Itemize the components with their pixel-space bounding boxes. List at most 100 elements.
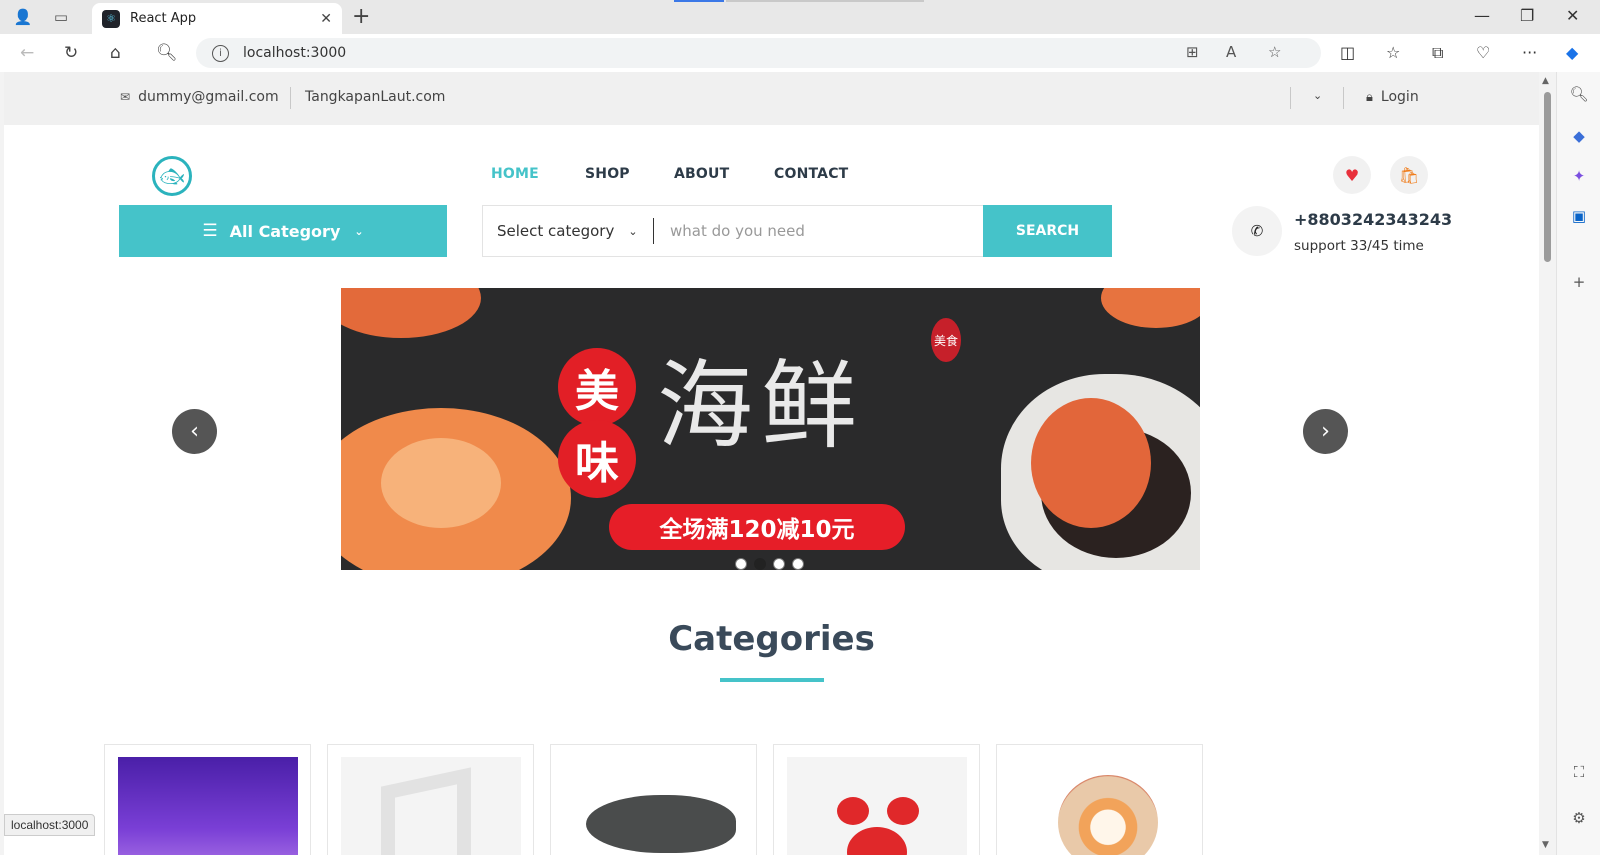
category-card[interactable] [104,744,311,855]
carousel-dot[interactable] [792,558,804,570]
nav-home[interactable]: HOME [491,166,539,182]
status-bar-url: localhost:3000 [4,814,96,836]
more-menu-icon[interactable]: ··· [1522,43,1537,62]
window-close-icon[interactable]: ✕ [1566,6,1579,25]
tab-title: React App [130,11,197,26]
search-bar: Select category ⌄ what do you need SEARC… [482,205,1112,257]
scroll-up-icon[interactable]: ▲ [1542,76,1549,86]
placeholder-cube-image [341,757,521,855]
galaxy-image [118,757,298,855]
address-bar[interactable]: i localhost:3000 ⊞ A ☆ [196,38,1321,68]
browser-essentials-icon[interactable]: ♡ [1476,43,1490,62]
site-name: TangkapanLaut.com [305,89,446,105]
fish-image [564,757,744,855]
collections-icon[interactable]: ⧉ [1432,43,1443,63]
all-category-label: All Category [229,221,341,241]
shopping-tag-icon[interactable]: ◆ [1569,126,1589,146]
login-label: Login [1380,89,1419,105]
category-select[interactable]: Select category ⌄ [483,222,653,240]
search-input[interactable]: what do you need [670,222,983,240]
envelope-icon: ✉ [120,90,131,104]
login-link[interactable]: 🔒︎ Login [1366,89,1419,105]
site-info-icon[interactable]: i [212,44,229,62]
site-logo[interactable]: 🐟︎ [152,156,192,196]
copilot-app-icon[interactable]: ✦ [1569,166,1589,186]
phone-icon: ✆ [1232,206,1282,256]
split-screen-icon[interactable]: ◫ [1340,43,1355,62]
wishlist-heart-icon[interactable]: ♥ [1333,156,1371,194]
category-card[interactable] [996,744,1203,855]
divider [1343,87,1344,109]
banner-stamp: 美食 [931,318,961,362]
prawn-image [341,288,481,338]
back-icon[interactable]: ← [20,43,34,63]
carousel-next-button[interactable]: › [1303,409,1348,454]
favorites-icon[interactable]: ☆ [1386,43,1400,62]
carousel-dot[interactable] [735,558,747,570]
chevron-down-icon[interactable]: ⌄ [1313,89,1322,102]
outlook-icon[interactable]: ▣ [1569,206,1589,226]
category-card[interactable] [773,744,980,855]
carousel-dot[interactable] [773,558,785,570]
category-card[interactable] [327,744,534,855]
add-sidebar-app-icon[interactable]: + [1569,272,1589,292]
screenshot-icon[interactable]: ⛶ [1569,762,1589,782]
promo-seal-bottom: 味 [558,420,636,498]
carousel-prev-button[interactable]: ‹ [172,409,217,454]
sidebar-settings-icon[interactable]: ⚙ [1569,808,1589,828]
favorite-star-icon[interactable]: ☆ [1268,43,1281,61]
profile-icon[interactable]: 👤 [12,6,34,28]
restore-icon[interactable]: ❐ [1520,6,1534,25]
refresh-icon[interactable]: ↻ [64,43,78,63]
page-scrollbar[interactable]: ▲ ▼ [1539,72,1556,855]
scrollbar-thumb[interactable] [1544,92,1551,262]
nav-contact[interactable]: CONTACT [774,166,848,182]
hero-banner[interactable]: 美 味 海鲜 美食 全场满120减10元 [341,288,1200,570]
list-icon: ☰ [202,221,218,241]
tab-actions-icon[interactable]: ▭ [50,6,72,28]
shopping-bag-icon[interactable]: 🛍︎ [1390,156,1428,194]
header-topbar: ✉ dummy@gmail.com TangkapanLaut.com ⌄ 🔒︎… [4,72,1539,125]
close-tab-icon[interactable]: ✕ [320,11,332,27]
category-card[interactable] [550,744,757,855]
new-tab-icon[interactable]: + [352,4,370,29]
nav-shop[interactable]: SHOP [585,166,630,182]
lock-icon: 🔒︎ [1366,89,1373,105]
tab-indicator-track [726,0,924,2]
promo-badge: 全场满120减10元 [609,504,905,550]
scroll-down-icon[interactable]: ▼ [1542,840,1549,850]
home-icon[interactable]: ⌂ [110,43,121,63]
carousel-dot-active[interactable] [754,558,766,570]
divider [653,218,654,244]
search-button[interactable]: SEARCH [983,205,1112,257]
search-icon[interactable]: 🔍︎ [156,43,178,63]
tab-indicator [674,0,724,2]
browser-sidebar: 🔍︎ ◆ ✦ ▣ + ⛶ ⚙ [1556,72,1600,855]
contact-email: ✉ dummy@gmail.com [120,89,279,105]
chevron-down-icon: ⌄ [628,224,638,238]
carousel-dots [735,558,804,570]
browser-tab[interactable]: ⚛ React App ✕ [92,3,342,34]
nav-about[interactable]: ABOUT [674,166,729,182]
all-category-button[interactable]: ☰ All Category ⌄ [119,205,447,257]
read-aloud-icon[interactable]: A [1226,43,1236,61]
phone-number: +8803242343243 [1294,210,1453,229]
sidebar-search-icon[interactable]: 🔍︎ [1569,84,1589,104]
browser-tab-bar: 👤 ▭ ⚛ React App ✕ + — ❐ ✕ [0,0,1600,34]
category-select-value: Select category [497,222,615,240]
divider [290,87,291,109]
copilot-icon[interactable]: ◆ [1566,43,1578,62]
divider [1290,87,1291,109]
categories-heading: Categories [668,619,875,659]
page-viewport: ✉ dummy@gmail.com TangkapanLaut.com ⌄ 🔒︎… [4,72,1539,855]
promo-seal-top: 美 [558,348,636,426]
browser-toolbar: ← ↻ ⌂ 🔍︎ i localhost:3000 ⊞ A ☆ ◫ ☆ ⧉ ♡ … [0,34,1600,72]
heading-underline [720,678,824,682]
apps-icon[interactable]: ⊞ [1186,43,1199,61]
url-text: localhost:3000 [243,45,347,61]
scallop-image [1010,757,1190,855]
banner-headline: 海鲜 [657,350,865,462]
prawn-image [1101,288,1200,328]
chevron-down-icon: ⌄ [354,224,364,238]
minimize-icon[interactable]: — [1474,6,1490,25]
